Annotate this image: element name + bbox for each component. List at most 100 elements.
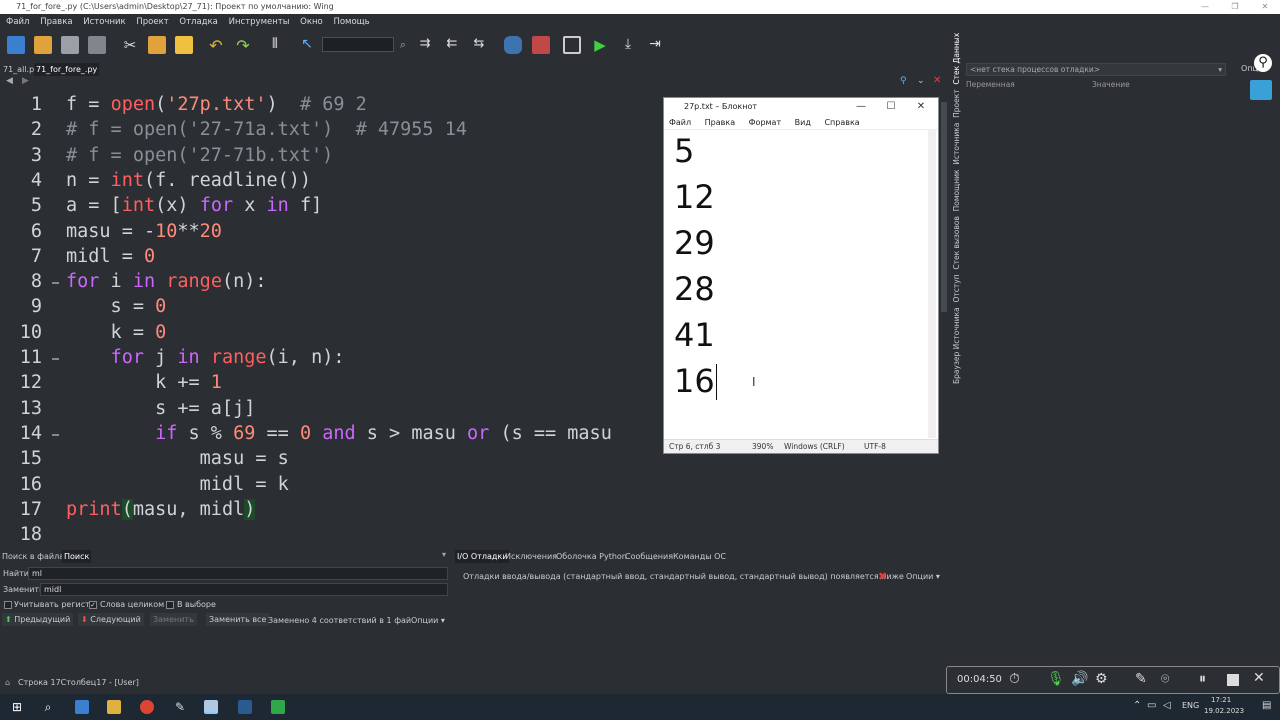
close-recorder-icon[interactable]: ✕ <box>1253 670 1265 686</box>
volume-icon[interactable]: ◁ <box>1163 700 1171 711</box>
notepad-menu-file[interactable]: Файл <box>669 118 691 127</box>
editor-scrollbar[interactable] <box>940 90 948 546</box>
tab-messages[interactable]: Сообщения <box>623 550 675 563</box>
fold-marker-icon[interactable] <box>52 282 59 285</box>
recorder-app-icon[interactable] <box>271 700 285 714</box>
vertical-tabs[interactable]: Браузер Источника Отступ Стек вызовов По… <box>950 33 964 384</box>
forward-arrow-icon[interactable]: ▶ <box>22 76 29 86</box>
indent-icon[interactable]: ⫴ <box>266 36 284 54</box>
select-icon[interactable]: ↖ <box>298 36 316 54</box>
microphone-icon[interactable]: 🎙 <box>1047 671 1065 687</box>
vtab-project[interactable]: Проект <box>952 89 961 118</box>
camera-app-icon[interactable] <box>238 700 252 714</box>
paste-icon[interactable] <box>175 36 193 54</box>
menu-debug[interactable]: Отладка <box>179 17 218 27</box>
menu-help[interactable]: Помощь <box>333 17 369 27</box>
windows-start-icon[interactable]: ⊞ <box>10 700 24 714</box>
io-options-button[interactable]: Опции ▾ <box>906 572 940 581</box>
notepad-menu-help[interactable]: Справка <box>824 118 859 127</box>
search-icon[interactable]: ⌕ <box>394 36 412 54</box>
menu-project[interactable]: Проект <box>136 17 168 27</box>
clear-x-icon[interactable]: ✖ <box>878 570 887 583</box>
code-line[interactable]: k += 1 <box>66 372 222 393</box>
indent-both-icon[interactable]: ⇆ <box>470 36 488 54</box>
next-button[interactable]: ⬇ Следующий <box>78 613 144 626</box>
redo-icon[interactable]: ↷ <box>234 36 252 55</box>
notifications-icon[interactable]: ▤ <box>1262 700 1271 711</box>
vtab-call-stack[interactable]: Стек вызовов <box>952 216 961 269</box>
stop-recording-icon[interactable] <box>1227 674 1239 686</box>
code-line[interactable]: s = 0 <box>66 296 167 317</box>
network-icon[interactable]: ▭ <box>1147 700 1156 711</box>
assistant-icon[interactable] <box>1250 80 1272 100</box>
calculator-icon[interactable] <box>75 700 89 714</box>
code-line[interactable]: # f = open('27-71b.txt') <box>66 145 333 166</box>
tab-search-in-files[interactable]: Поиск в файлах <box>0 550 71 563</box>
clock-time[interactable]: 17:21 <box>1211 696 1231 704</box>
fold-marker-icon[interactable] <box>52 358 59 360</box>
search-icon[interactable]: ⌕ <box>41 700 55 714</box>
menu-source[interactable]: Источник <box>83 17 125 27</box>
replace-input[interactable]: midl <box>40 583 448 596</box>
notepad-menu-format[interactable]: Формат <box>749 118 781 127</box>
find-input[interactable]: ml <box>28 567 448 580</box>
copy-icon[interactable] <box>148 36 166 54</box>
menu-file[interactable]: Файл <box>6 17 29 27</box>
debug-file-icon[interactable] <box>563 36 581 54</box>
tab-search[interactable]: Поиск <box>62 550 92 563</box>
menu-tools[interactable]: Инструменты <box>229 17 290 27</box>
notepad-maximize-button[interactable]: ☐ <box>876 98 906 116</box>
indent-right-icon[interactable]: ⇉ <box>416 36 434 54</box>
show-hidden-icons-icon[interactable]: ⌃ <box>1133 700 1141 711</box>
python-icon[interactable] <box>504 36 522 54</box>
menu-edit[interactable]: Правка <box>40 17 72 27</box>
file-explorer-icon[interactable] <box>107 700 121 714</box>
code-line[interactable]: midl = k <box>66 474 289 495</box>
pause-icon[interactable]: ⏸ <box>1199 671 1206 687</box>
toolbar-search-input[interactable] <box>322 37 394 52</box>
notepad-close-button[interactable]: ✕ <box>906 98 936 116</box>
indent-left-icon[interactable]: ⇇ <box>443 36 461 54</box>
col-value[interactable]: Значение <box>1092 80 1130 89</box>
code-line[interactable]: n = int(f. readline()) <box>66 170 311 191</box>
notepad-text-area[interactable]: 5 12 29 28 41 16 I <box>664 130 938 439</box>
whole-words-checkbox[interactable]: ✓ <box>89 601 97 609</box>
code-line[interactable]: if s % 69 == 0 and s > masu or (s == mas… <box>66 423 612 444</box>
search-options-button[interactable]: Опции ▾ <box>411 616 445 625</box>
close-editor-icon[interactable]: ✕ <box>933 75 941 86</box>
new-file-icon[interactable] <box>7 36 25 54</box>
settings-gear-icon[interactable]: ⚙ <box>1095 671 1108 687</box>
vtab-indent[interactable]: Отступ <box>952 274 961 302</box>
language-indicator[interactable]: ENG <box>1182 701 1199 710</box>
save-icon[interactable] <box>61 36 79 54</box>
chevron-down-icon[interactable]: ⌄ <box>917 76 925 86</box>
clock-date[interactable]: 19.02.2023 <box>1204 707 1244 715</box>
code-line[interactable]: for i in range(n): <box>66 271 267 292</box>
pen-icon[interactable]: ✎ <box>1135 671 1147 687</box>
cut-icon[interactable]: ✂ <box>121 36 139 54</box>
stack-select[interactable]: <нет стека процессов отладки> ▾ <box>966 63 1226 76</box>
notepad-menu-edit[interactable]: Правка <box>705 118 735 127</box>
col-variable[interactable]: Переменная <box>966 80 1015 89</box>
code-line[interactable]: a = [int(x) for x in f] <box>66 195 322 216</box>
open-folder-icon[interactable] <box>34 36 52 54</box>
vtab-stack-data[interactable]: Стек Данных <box>952 33 961 85</box>
fold-marker-icon[interactable] <box>52 433 59 436</box>
replace-button[interactable]: Заменить <box>150 613 197 626</box>
code-editor-area[interactable] <box>660 453 940 546</box>
match-case-checkbox[interactable] <box>4 601 12 609</box>
tab-71-for-fore[interactable]: 71_for_fore_.py <box>34 63 100 76</box>
code-line[interactable]: k = 0 <box>66 322 167 343</box>
vtab-browser[interactable]: Браузер Источника <box>952 307 961 384</box>
tab-exceptions[interactable]: Исключения <box>503 550 559 563</box>
tab-python-shell[interactable]: Оболочка Python <box>554 550 629 563</box>
step-into-icon[interactable]: ⤓ <box>619 36 637 54</box>
tab-os-commands[interactable]: Команды ОС <box>671 550 728 563</box>
code-line[interactable]: print(masu, midl) <box>66 498 256 520</box>
code-line[interactable]: masu = s <box>66 448 289 469</box>
code-line[interactable]: f = open('27p.txt') # 69 2 <box>66 94 367 115</box>
pen-tool-icon[interactable]: ✎ <box>173 700 187 714</box>
chrome-icon[interactable] <box>140 700 154 714</box>
camera-icon[interactable]: ⌾ <box>1161 671 1169 687</box>
timer-icon[interactable]: ⏱ <box>1009 671 1020 687</box>
